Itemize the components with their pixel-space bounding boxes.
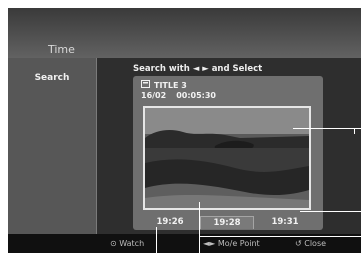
menu-header: Time: [8, 8, 361, 58]
sidebar-item-search[interactable]: Search: [8, 73, 96, 83]
title-row: TITLE 3: [141, 80, 187, 90]
timeline-point-3[interactable]: 19:31: [258, 216, 312, 229]
menu-title: Time: [48, 43, 75, 56]
timeline-point-1[interactable]: 19:26: [143, 216, 197, 229]
close-button[interactable]: ↺ Close: [295, 239, 326, 248]
preview-image: [143, 106, 311, 210]
timeline-point-2-selected[interactable]: 19:28: [200, 216, 254, 229]
title-date: 16/02: [141, 91, 167, 100]
callout-line-time: [300, 211, 361, 212]
callout-line-preview: [293, 128, 361, 129]
callout-line-preview-end: [354, 128, 355, 134]
instruction-text: Search with ◄ ► and Select: [133, 64, 263, 74]
callout-line-bar: [199, 236, 361, 237]
title-panel: TITLE 3 16/02 00:05:30 19:26 19:28 19:31: [133, 76, 323, 230]
title-details: 16/02 00:05:30: [141, 91, 216, 100]
move-point-button[interactable]: ◄► Mo/e Point: [203, 239, 260, 248]
watch-button[interactable]: ⊙ Watch: [110, 239, 144, 248]
sidebar: Search: [8, 58, 97, 234]
callout-line-left-v: [156, 227, 157, 253]
callout-line-center-v: [199, 202, 200, 253]
time-search-menu: Time Search Search with ◄ ► and Select T…: [8, 8, 361, 253]
main-content: Search with ◄ ► and Select TITLE 3 16/02…: [97, 58, 361, 234]
screen: Time Search Search with ◄ ► and Select T…: [0, 0, 361, 253]
disc-icon: [141, 80, 150, 90]
title-name: TITLE 3: [154, 80, 187, 90]
title-time: 00:05:30: [176, 91, 216, 100]
